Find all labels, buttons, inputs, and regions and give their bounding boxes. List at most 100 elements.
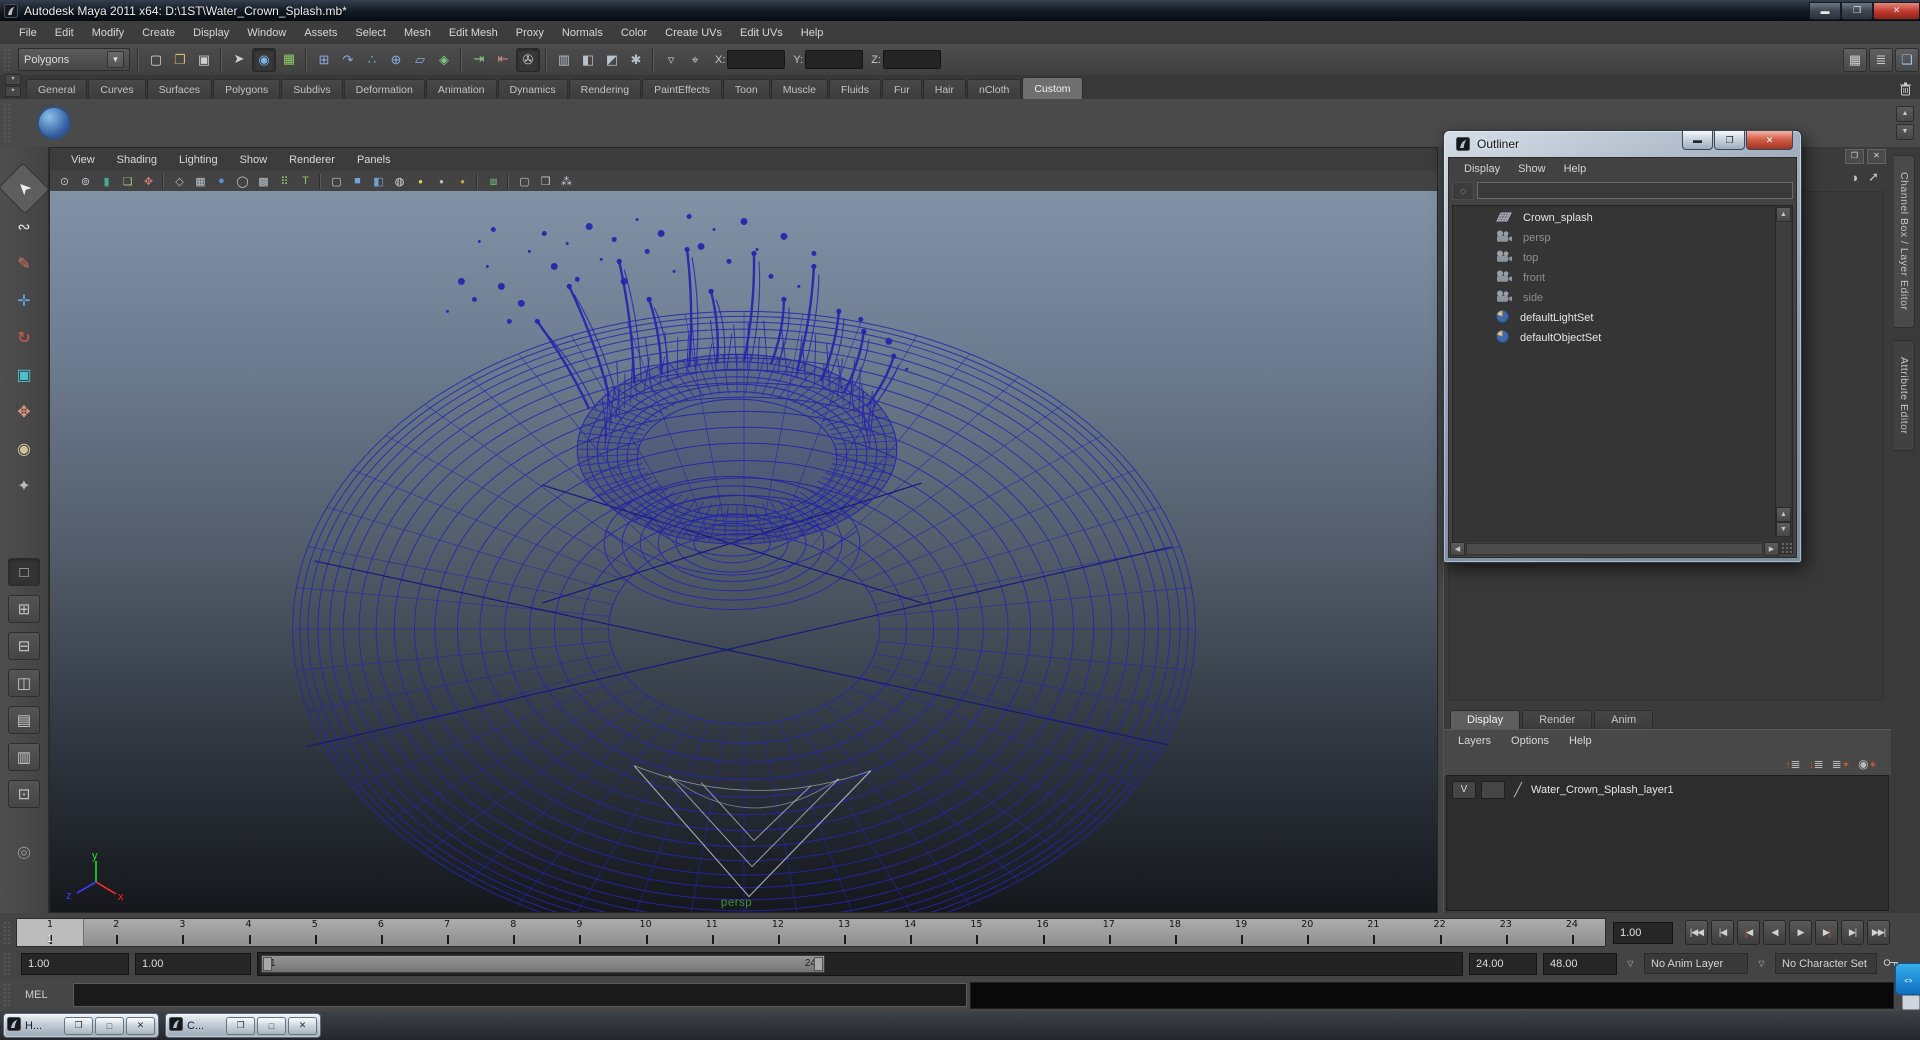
range-slider-handle[interactable]: 1 24 [261, 954, 825, 973]
default-material-icon[interactable]: ▢ [327, 173, 346, 190]
shelf-tab-custom[interactable]: Custom [1022, 77, 1083, 99]
lasso-select-tool-icon[interactable]: ∾ [6, 210, 42, 243]
timeline-frame-8[interactable]: 8 [480, 919, 546, 946]
contrast-circle-icon[interactable]: ◑ [1850, 170, 1858, 185]
timeline-frame-20[interactable]: 20 [1274, 919, 1340, 946]
snap-to-projected-center-icon[interactable]: ⊕ [385, 49, 407, 71]
create-layer-from-selected-icon[interactable]: ◉✶ [1858, 757, 1877, 771]
menu-create-uvs[interactable]: Create UVs [656, 24, 731, 42]
shelf-tab-polygons[interactable]: Polygons [213, 79, 281, 99]
menu-edit-mesh[interactable]: Edit Mesh [440, 24, 507, 42]
cube-outline-icon[interactable]: ▢ [515, 173, 534, 190]
menu-create[interactable]: Create [133, 24, 184, 42]
timeline-frame-17[interactable]: 17 [1076, 919, 1142, 946]
shelf-tab-deformation[interactable]: Deformation [343, 79, 425, 99]
open-render-view-icon[interactable]: ▥ [553, 49, 575, 71]
three-pane-split-left-layout-icon[interactable]: ▥ [8, 743, 40, 771]
z-coordinate-field[interactable] [882, 50, 941, 69]
shelf-tab-dynamics[interactable]: Dynamics [497, 79, 568, 99]
show-manipulator-tool-icon[interactable]: ✦ [6, 469, 42, 502]
layer-menu-options[interactable]: Options [1501, 733, 1559, 749]
snap-to-grids-icon[interactable]: ⊞ [313, 49, 335, 71]
restore-button[interactable]: ❐ [1841, 1, 1873, 20]
menu-file[interactable]: File [10, 24, 46, 42]
select-tool-icon[interactable]: ➤ [0, 162, 50, 215]
layer-row[interactable]: V ╱ Water_Crown_Splash_layer1 [1447, 776, 1888, 804]
remote-access-tab-icon[interactable] [1902, 995, 1920, 1010]
diagonal-arrow-icon[interactable]: ➚ [1868, 169, 1879, 185]
soft-modification-tool-icon[interactable]: ◉ [6, 432, 42, 465]
shaded-cube-icon[interactable]: ■ [348, 173, 367, 190]
shelf-tab-menu-icon[interactable]: ▾ [5, 74, 21, 85]
select-by-hierarchy-icon[interactable]: ➤ [228, 48, 250, 70]
go-to-end-button[interactable]: ▶▶| [1867, 920, 1890, 945]
shelf-tab-rendering[interactable]: Rendering [568, 79, 642, 99]
bookmark-icon[interactable]: ▮ [97, 173, 116, 190]
timeline-frame-6[interactable]: 6 [348, 919, 414, 946]
scroll-up-icon[interactable]: ▲ [1776, 507, 1791, 522]
timeline-frame-18[interactable]: 18 [1142, 919, 1208, 946]
restore-icon[interactable]: ❐ [226, 1016, 255, 1035]
four-pane-layout-icon[interactable]: ⊞ [8, 595, 40, 623]
shelf-tab-curves[interactable]: Curves [88, 79, 146, 99]
menu-modify[interactable]: Modify [83, 24, 133, 42]
move-layer-down-icon[interactable]: ↓≣ [1809, 757, 1824, 771]
layer-visibility-checkbox[interactable]: V [1452, 781, 1476, 799]
layer-name[interactable]: Water_Crown_Splash_layer1 [1531, 784, 1674, 796]
range-slider-groove[interactable]: 1 24 [257, 951, 1463, 976]
step-back-frame-button[interactable]: |◀ [1711, 920, 1734, 945]
minimize-button[interactable]: ▬ [1809, 1, 1841, 20]
shelf-tab-hair[interactable]: Hair [922, 79, 966, 99]
timeline-frame-16[interactable]: 16 [1010, 919, 1076, 946]
timeline-frame-22[interactable]: 22 [1407, 919, 1473, 946]
close-icon[interactable]: ✕ [126, 1016, 155, 1035]
panel-menu-panels[interactable]: Panels [346, 151, 402, 169]
mel-input-field[interactable] [73, 983, 967, 1007]
timeline-frame-23[interactable]: 23 [1473, 919, 1539, 946]
resolution-gate-icon[interactable]: ◯ [233, 173, 252, 190]
ipr-render-icon[interactable]: ◩ [601, 49, 623, 71]
frame-all-icon[interactable]: ❒ [536, 173, 555, 190]
paint-selection-tool-icon[interactable]: ✎ [6, 247, 42, 280]
outliner-item-front[interactable]: front [1453, 268, 1792, 288]
go-to-start-button[interactable]: |◀◀ [1685, 920, 1708, 945]
image-plane-icon[interactable]: ❏ [118, 173, 137, 190]
menu-edit[interactable]: Edit [46, 24, 83, 42]
y-coordinate-field[interactable] [805, 50, 864, 69]
scale-tool-icon[interactable]: ▣ [6, 358, 42, 391]
shelf-scroll-up-icon[interactable]: ▲ [1896, 106, 1914, 122]
select-by-component-icon[interactable]: ▦ [278, 48, 300, 70]
outliner-minimize-button[interactable]: ▬ [1682, 130, 1713, 150]
menu-select[interactable]: Select [346, 24, 395, 42]
play-backwards-button[interactable]: ◀ [1763, 920, 1786, 945]
open-scene-icon[interactable]: ❐ [169, 49, 191, 71]
play-forwards-button[interactable]: ▶ [1789, 920, 1812, 945]
gate-mask-icon[interactable]: ▩ [254, 173, 273, 190]
film-gate-icon[interactable]: ▦ [191, 173, 210, 190]
timeline-frame-24[interactable]: 24 [1539, 919, 1605, 946]
universal-manipulator-tool-icon[interactable]: ✥ [6, 395, 42, 428]
outliner-item-top[interactable]: top [1453, 248, 1792, 268]
checkered-sphere-icon[interactable]: ◍ [390, 173, 409, 190]
wireframe-display-icon[interactable]: ◇ [170, 173, 189, 190]
chevron-down-icon[interactable]: ▽ [1623, 955, 1638, 972]
shelf-tab-muscle[interactable]: Muscle [770, 79, 828, 99]
four-pane-right-split-layout-icon[interactable]: ⊡ [8, 780, 40, 808]
menu-display[interactable]: Display [184, 24, 238, 42]
layer-playback-checkbox[interactable] [1481, 781, 1505, 799]
shelf-tab-fur[interactable]: Fur [881, 79, 922, 99]
outliner-maximize-button[interactable]: ❐ [1714, 130, 1745, 150]
shelf-tab-general[interactable]: General [26, 79, 88, 99]
x-coordinate-field[interactable] [727, 50, 786, 69]
outliner-item-side[interactable]: side [1453, 288, 1792, 308]
menu-edit-uvs[interactable]: Edit UVs [731, 24, 792, 42]
shelf-tab-fluids[interactable]: Fluids [828, 79, 881, 99]
save-scene-icon[interactable]: ▣ [193, 49, 215, 71]
remote-access-edge-icon[interactable]: ⇔ [1895, 963, 1920, 995]
animation-start-field[interactable]: 1.00 [135, 952, 251, 975]
shelf-tab-subdivs[interactable]: Subdivs [281, 79, 343, 99]
move-layer-up-icon[interactable]: ↑≣ [1786, 757, 1801, 771]
render-settings-icon[interactable]: ✱ [625, 49, 647, 71]
toggle-tool-settings-icon[interactable]: ≣ [1869, 47, 1893, 72]
single-pane-layout-icon[interactable]: □ [8, 558, 40, 586]
